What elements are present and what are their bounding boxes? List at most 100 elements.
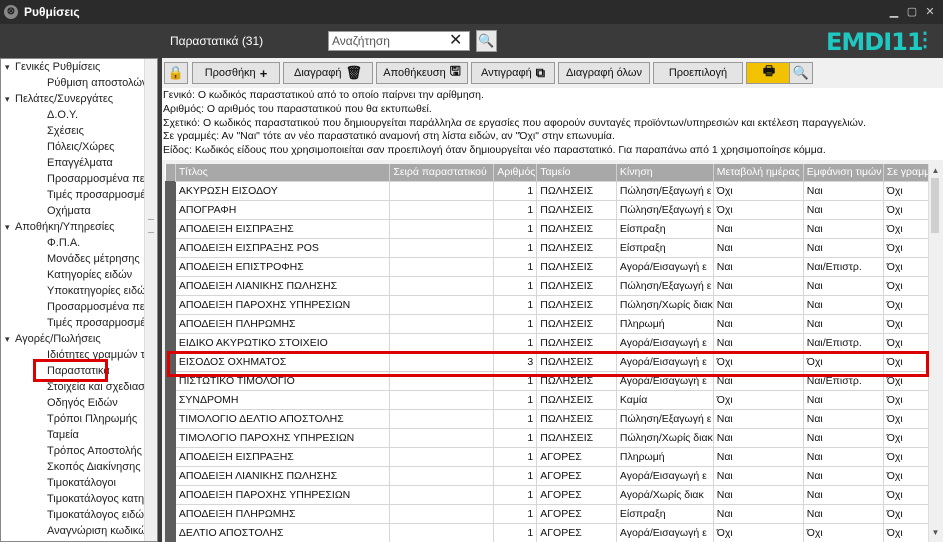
table-cell[interactable]: 1 <box>493 389 538 410</box>
tree-item[interactable]: Αναγνώριση κωδικώ <box>1 523 145 539</box>
table-row[interactable]: ΠΙΣΤΩΤΙΚΟ ΤΙΜΟΛΟΓΙΟ 1 ΠΩΛΗΣΕΙΣ Αγορά/Εισαγω… <box>165 370 941 391</box>
row-selector[interactable] <box>165 465 176 486</box>
table-cell[interactable]: ΑΠΟΔΕΙΞΗ ΠΑΡΟΧΗΣ ΥΠΗΡΕΣΙΩΝ <box>174 294 391 315</box>
table-row[interactable]: ΣΥΝΔΡΟΜΗ 1 ΠΩΛΗΣΕΙΣ Καμία Όχι Ναι Όχι <box>165 389 941 410</box>
close-icon[interactable]: ✕ <box>923 5 937 19</box>
tree-item[interactable]: Σκοπός Διακίνησης <box>1 459 145 475</box>
table-cell[interactable]: ΑΓΟΡΕΣ <box>536 446 617 467</box>
table-cell[interactable]: ΑΓΟΡΕΣ <box>536 465 617 486</box>
tree-item[interactable]: Ρύθμιση αποστολών <box>1 75 145 91</box>
column-header[interactable]: Σειρά παραστατικού <box>389 164 495 181</box>
table-cell[interactable]: Ναι <box>712 465 804 486</box>
row-selector[interactable] <box>165 370 176 391</box>
maximize-icon[interactable]: ▢ <box>905 5 919 19</box>
table-cell[interactable]: ΠΩΛΗΣΕΙΣ <box>536 294 617 315</box>
row-selector[interactable] <box>165 218 176 239</box>
table-cell[interactable]: ΤΙΜΟΛΟΓΙΟ ΠΑΡΟΧΗΣ ΥΠΗΡΕΣΙΩΝ <box>174 427 391 448</box>
search-input[interactable] <box>329 32 449 50</box>
column-header[interactable]: Μεταβολή ημέρας <box>713 164 804 181</box>
table-cell[interactable]: Ναι <box>802 465 884 486</box>
table-cell[interactable]: Ναι <box>802 427 884 448</box>
row-selector[interactable] <box>165 332 176 353</box>
table-cell[interactable]: Ναι <box>712 294 804 315</box>
delete-button[interactable]: Διαγραφή 🗑 <box>283 62 373 84</box>
table-cell[interactable]: Ναι <box>802 503 884 524</box>
table-cell[interactable] <box>389 332 495 353</box>
table-cell[interactable]: ΠΩΛΗΣΕΙΣ <box>536 180 617 201</box>
table-cell[interactable]: Ναι <box>712 408 804 429</box>
sidebar-scrollbar[interactable] <box>144 59 157 541</box>
table-cell[interactable]: Είσπραξη <box>615 218 714 239</box>
table-cell[interactable] <box>389 370 495 391</box>
table-cell[interactable]: Ναι <box>802 237 884 258</box>
table-cell[interactable]: Καμία <box>615 389 714 410</box>
row-selector[interactable] <box>165 503 176 524</box>
tree-item[interactable]: Φ.Π.Α. <box>1 235 145 251</box>
table-cell[interactable]: 1 <box>493 256 538 277</box>
table-row[interactable]: ΑΠΟΔΕΙΞΗ ΕΙΣΠΡΑΞΗΣ POS 1 ΠΩΛΗΣΕΙΣ Είσπραξη Ν… <box>165 237 941 258</box>
tree-item[interactable]: Τρόποι Πληρωμής <box>1 411 145 427</box>
table-cell[interactable]: ΠΩΛΗΣΕΙΣ <box>536 313 617 334</box>
table-cell[interactable]: Ναι <box>712 313 804 334</box>
grid-scrollbar[interactable]: ▲ ▼ <box>928 164 941 542</box>
tree-item[interactable]: Τιμοκατάλογοι <box>1 475 145 491</box>
table-cell[interactable]: 1 <box>493 237 538 258</box>
table-row[interactable]: ΑΚΥΡΩΣΗ ΕΙΣΟΔΟΥ 1 ΠΩΛΗΣΕΙΣ Πώληση/Εξαγωγή ε… <box>165 180 941 201</box>
table-cell[interactable]: ΠΩΛΗΣΕΙΣ <box>536 237 617 258</box>
tree-item[interactable]: Επαγγέλματα <box>1 155 145 171</box>
table-cell[interactable]: 1 <box>493 332 538 353</box>
tree-item[interactable]: Οχήματα <box>1 203 145 219</box>
table-cell[interactable]: Ναι <box>802 199 884 220</box>
table-cell[interactable]: Είσπραξη <box>615 503 714 524</box>
table-cell[interactable]: Ναι <box>802 294 884 315</box>
table-cell[interactable] <box>389 313 495 334</box>
table-cell[interactable]: ΑΚΥΡΩΣΗ ΕΙΣΟΔΟΥ <box>174 180 391 201</box>
table-cell[interactable]: 1 <box>493 427 538 448</box>
minimize-icon[interactable]: ▁ <box>887 5 901 19</box>
table-cell[interactable] <box>389 351 495 372</box>
tree-item[interactable]: Τιμοκατάλογος κατη <box>1 491 145 507</box>
table-cell[interactable] <box>389 294 495 315</box>
tree-item[interactable]: Κατηγορίες ειδών <box>1 267 145 283</box>
row-selector[interactable] <box>165 313 176 334</box>
table-cell[interactable]: ΠΩΛΗΣΕΙΣ <box>536 256 617 277</box>
table-cell[interactable]: Όχι <box>712 180 804 201</box>
table-row[interactable]: ΤΙΜΟΛΟΓΙΟ ΔΕΛΤΙΟ ΑΠΟΣΤΟΛΗΣ 1 ΠΩΛΗΣΕΙΣ Πώλησ… <box>165 408 941 429</box>
table-cell[interactable]: ΕΙΔΙΚΟ ΑΚΥΡΩΤΙΚΟ ΣΤΟΙΧΕΙΟ <box>174 332 391 353</box>
tree-group[interactable]: Γενικές Ρυθμίσεις <box>1 59 145 75</box>
scroll-up-icon[interactable]: ▲ <box>929 166 941 178</box>
table-cell[interactable]: 1 <box>493 408 538 429</box>
table-cell[interactable]: ΠΩΛΗΣΕΙΣ <box>536 370 617 391</box>
column-header[interactable]: Εμφάνιση τιμών <box>803 164 884 181</box>
table-row[interactable]: ΔΕΛΤΙΟ ΑΠΟΣΤΟΛΗΣ 1 ΑΓΟΡΕΣ Αγορά/Εισαγωγή εΌ… <box>165 522 941 542</box>
delete-all-button[interactable]: Διαγραφή όλων <box>558 62 650 84</box>
tree-group[interactable]: Αποθήκη/Υπηρεσίες <box>1 219 145 235</box>
table-row[interactable]: ΑΠΟΔΕΙΞΗ ΕΠΙΣΤΡΟΦΗΣ 1 ΠΩΛΗΣΕΙΣ Αγορά/Εισαγω… <box>165 256 941 277</box>
tree-item[interactable]: Στοιχεία και σχεδιασ <box>1 379 145 395</box>
table-cell[interactable]: ΠΩΛΗΣΕΙΣ <box>536 408 617 429</box>
row-selector[interactable] <box>165 522 176 542</box>
table-cell[interactable]: ΔΕΛΤΙΟ ΑΠΟΣΤΟΛΗΣ <box>174 522 391 542</box>
table-cell[interactable]: ΣΥΝΔΡΟΜΗ <box>174 389 391 410</box>
table-cell[interactable]: Ναι <box>712 275 804 296</box>
row-selector[interactable] <box>165 275 176 296</box>
table-cell[interactable] <box>389 180 495 201</box>
table-cell[interactable]: Ναι <box>802 408 884 429</box>
table-cell[interactable]: Αγορά/Εισαγωγή ε <box>615 256 714 277</box>
row-selector[interactable] <box>165 180 176 201</box>
table-cell[interactable]: ΕΙΣΟΔΟΣ ΟΧΗΜΑΤΟΣ <box>174 351 391 372</box>
table-cell[interactable]: ΑΓΟΡΕΣ <box>536 484 617 505</box>
table-cell[interactable] <box>389 427 495 448</box>
row-selector[interactable] <box>165 408 176 429</box>
table-cell[interactable]: Ναι <box>802 446 884 467</box>
table-cell[interactable]: ΑΠΟΔΕΙΞΗ ΕΙΣΠΡΑΞΗΣ <box>174 446 391 467</box>
find-button[interactable]: 🔍 <box>789 62 813 84</box>
table-cell[interactable]: Ναι <box>802 389 884 410</box>
table-cell[interactable]: 1 <box>493 370 538 391</box>
table-cell[interactable]: Ναι <box>802 484 884 505</box>
table-cell[interactable]: Ναι <box>712 503 804 524</box>
tree-item[interactable]: Σχέσεις <box>1 123 145 139</box>
table-cell[interactable]: Ναι <box>712 218 804 239</box>
copy-button[interactable]: Αντιγραφή ⧉ <box>471 62 555 84</box>
print-button[interactable]: 🖶 <box>746 62 792 84</box>
